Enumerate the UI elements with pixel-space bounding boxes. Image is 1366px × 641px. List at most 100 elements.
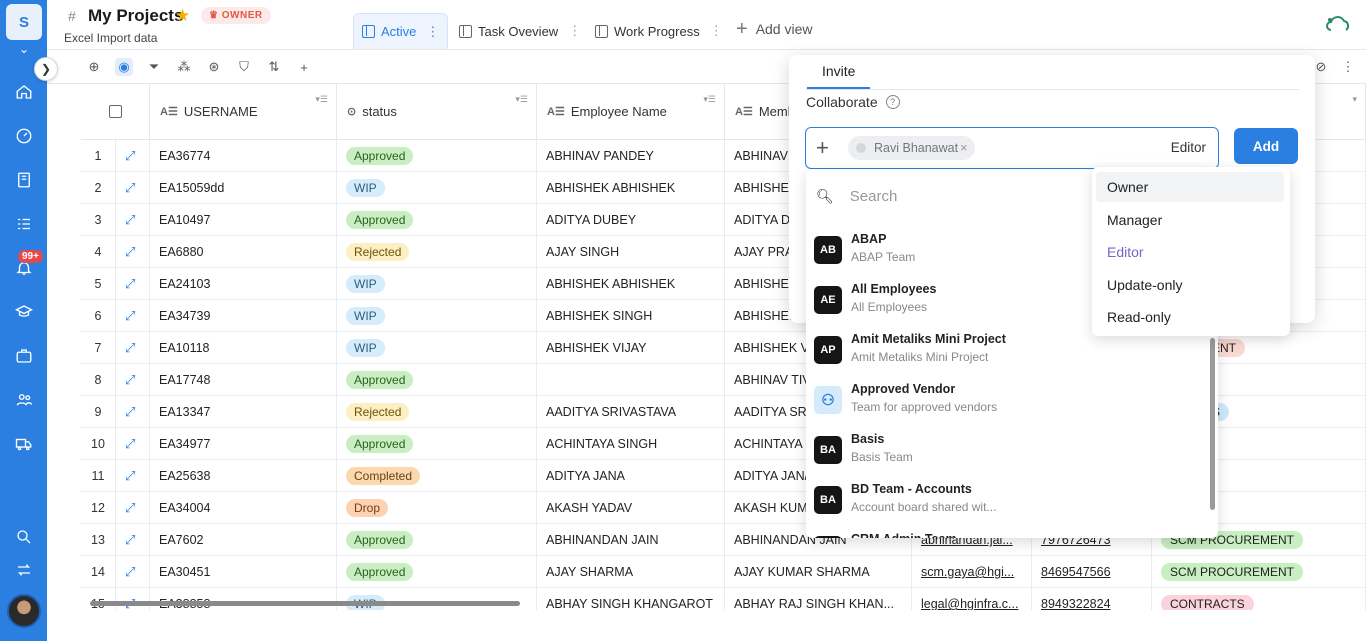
people-icon[interactable] — [13, 389, 35, 411]
expand-row-icon[interactable]: ⤢ — [125, 404, 135, 420]
expand-row-icon[interactable]: ⤢ — [125, 148, 135, 164]
cell-employee-name[interactable]: ABHISHEK SINGH — [537, 300, 725, 332]
cloud-sync-icon[interactable] — [1326, 15, 1352, 33]
expand-cell[interactable]: ⤢ — [116, 236, 150, 268]
row-number[interactable]: 10 — [81, 428, 116, 460]
expand-cell[interactable]: ⤢ — [116, 492, 150, 524]
expand-row-icon[interactable]: ⤢ — [125, 340, 135, 356]
cell-username[interactable]: EA13347 — [150, 396, 337, 428]
role-option-read-only[interactable]: Read-only — [1096, 302, 1284, 332]
column-header-username[interactable]: A☰ USERNAME ▾☰ — [150, 84, 337, 140]
shield-icon[interactable]: ⛉ — [235, 58, 253, 76]
cell-employee-name[interactable]: ABHINANDAN JAIN — [537, 524, 725, 556]
row-number[interactable]: 7 — [81, 332, 116, 364]
member-option[interactable]: ⚇ Approved Vendor Team for approved vendor… — [814, 382, 1194, 426]
cell-email[interactable]: scm.gaya@hgi... — [912, 556, 1032, 588]
group-icon[interactable]: ⁂ — [175, 58, 193, 76]
row-number[interactable]: 8 — [81, 364, 116, 396]
cell-phone[interactable]: 8949322824 — [1032, 588, 1152, 610]
cell-status[interactable]: Approved — [337, 428, 537, 460]
row-number[interactable]: 14 — [81, 556, 116, 588]
column-header-employee-name[interactable]: A☰ Employee Name ▾☰ — [537, 84, 725, 140]
cell-status[interactable]: Rejected — [337, 236, 537, 268]
row-number[interactable]: 5 — [81, 268, 116, 300]
cell-member[interactable]: AJAY KUMAR SHARMA — [725, 556, 912, 588]
cell-username[interactable]: EA7602 — [150, 524, 337, 556]
tab-work-progress[interactable]: Work Progress ⋮ — [587, 13, 731, 49]
expand-row-icon[interactable]: ⤢ — [125, 180, 135, 196]
cell-status[interactable]: WIP — [337, 268, 537, 300]
cell-employee-name[interactable] — [537, 364, 725, 396]
expand-cell[interactable]: ⤢ — [116, 396, 150, 428]
more-icon[interactable]: ⋮ — [710, 23, 723, 39]
cell-phone[interactable]: 8469547566 — [1032, 556, 1152, 588]
cell-status[interactable]: Approved — [337, 140, 537, 172]
select-all-checkbox[interactable] — [108, 105, 122, 118]
add-view-button[interactable]: + Add view — [736, 19, 813, 39]
expand-cell[interactable]: ⤢ — [116, 300, 150, 332]
graduation-icon[interactable] — [13, 301, 35, 323]
briefcase-icon[interactable] — [13, 345, 35, 367]
cell-username[interactable]: EA34004 — [150, 492, 337, 524]
role-option-update-only[interactable]: Update-only — [1096, 270, 1284, 300]
horizontal-scrollbar[interactable] — [90, 601, 1340, 606]
row-number[interactable]: 13 — [81, 524, 116, 556]
cell-username[interactable]: EA10497 — [150, 204, 337, 236]
cell-username[interactable]: EA36774 — [150, 140, 337, 172]
expand-row-icon[interactable]: ⤢ — [125, 276, 135, 292]
column-menu-icon[interactable]: ▾☰ — [515, 94, 528, 105]
expand-cell[interactable]: ⤢ — [116, 140, 150, 172]
row-number[interactable]: 15 — [81, 588, 116, 610]
cell-employee-name[interactable]: ADITYA DUBEY — [537, 204, 725, 236]
expand-cell[interactable]: ⤢ — [116, 268, 150, 300]
chevron-down-icon[interactable]: ⌄ — [15, 42, 33, 58]
add-button[interactable]: Add — [1234, 128, 1298, 164]
cell-status[interactable]: Rejected — [337, 396, 537, 428]
sort-icon[interactable]: ⇅ — [265, 58, 283, 76]
row-number[interactable]: 12 — [81, 492, 116, 524]
row-number[interactable]: 2 — [81, 172, 116, 204]
expand-row-icon[interactable]: ⤢ — [125, 532, 135, 548]
cell-username[interactable]: EA25638 — [150, 460, 337, 492]
row-number[interactable]: 11 — [81, 460, 116, 492]
expand-cell[interactable]: ⤢ — [116, 204, 150, 236]
cell-status[interactable]: Drop — [337, 492, 537, 524]
cell-employee-name[interactable]: ABHINAV PANDEY — [537, 140, 725, 172]
member-option[interactable]: BA Basis Basis Team — [814, 432, 1194, 476]
cell-department[interactable]: CONTRACTS — [1152, 588, 1366, 610]
cell-username[interactable]: EA24103 — [150, 268, 337, 300]
cell-member[interactable]: ABHAY RAJ SINGH KHAN... — [725, 588, 912, 610]
star-icon[interactable]: ★ — [175, 6, 190, 26]
expand-row-icon[interactable]: ⤢ — [125, 308, 135, 324]
cell-status[interactable]: WIP — [337, 332, 537, 364]
cell-employee-name[interactable]: ABHISHEK ABHISHEK — [537, 172, 725, 204]
cell-status[interactable]: Approved — [337, 204, 537, 236]
scrollbar-thumb[interactable] — [90, 601, 520, 606]
member-option[interactable]: CA CRM Admin Team — [814, 532, 1194, 538]
cell-username[interactable]: EA15059dd — [150, 172, 337, 204]
cell-username[interactable]: EA34739 — [150, 300, 337, 332]
cell-status[interactable]: Approved — [337, 556, 537, 588]
expand-sidebar-button[interactable]: ❯ — [34, 57, 58, 81]
help-icon[interactable]: ? — [885, 95, 900, 109]
cell-employee-name[interactable]: AADITYA SRIVASTAVA — [537, 396, 725, 428]
expand-cell[interactable]: ⤢ — [116, 332, 150, 364]
cell-status[interactable]: Completed — [337, 460, 537, 492]
swap-icon[interactable] — [13, 559, 35, 581]
cell-employee-name[interactable]: AKASH YADAV — [537, 492, 725, 524]
add-circle-icon[interactable]: ⊕ — [85, 58, 103, 76]
expand-row-icon[interactable]: ⤢ — [125, 212, 135, 228]
table-row[interactable]: 14 ⤢ EA30451 Approved AJAY SHARMA AJAY KUMAR … — [81, 556, 1366, 588]
search-icon[interactable] — [13, 526, 35, 548]
expand-cell[interactable]: ⤢ — [116, 172, 150, 204]
cell-employee-name[interactable]: ABHAY SINGH KHANGAROT — [537, 588, 725, 610]
role-select[interactable]: Editor — [1171, 140, 1206, 155]
cell-email[interactable]: legal@hginfra.c... — [912, 588, 1032, 610]
cell-status[interactable]: WIP — [337, 588, 537, 610]
cell-employee-name[interactable]: ADITYA JANA — [537, 460, 725, 492]
cell-employee-name[interactable]: ABHISHEK VIJAY — [537, 332, 725, 364]
role-option-manager[interactable]: Manager — [1096, 205, 1284, 235]
home-icon[interactable] — [13, 81, 35, 103]
list-scrollbar[interactable] — [1210, 338, 1215, 510]
color-icon[interactable]: ⊛ — [205, 58, 223, 76]
